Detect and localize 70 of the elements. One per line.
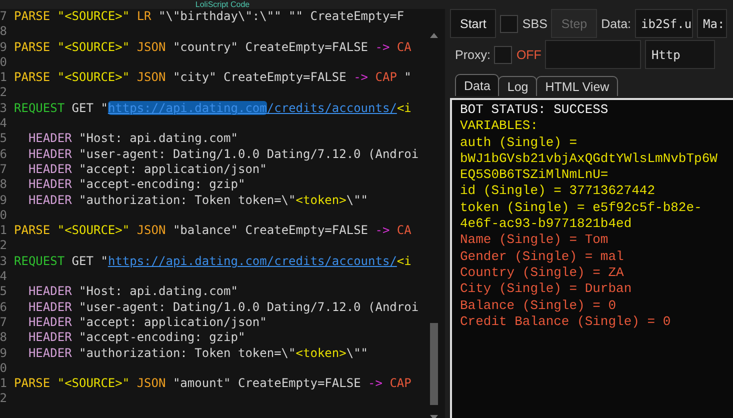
line-number: 2 (0, 238, 7, 254)
output-line: Country (Single) = ZA (460, 264, 625, 282)
code-line: REQUEST GET "https://api.dating.com/credits/accounts/<i (13, 254, 412, 270)
output-line: token (Single) = e5f92c5f-b82e-4e6f-ac93-b9771821b4ed (460, 200, 703, 232)
code-line: PARSE "<SOURCE>" JSON "balance" CreateEmpty=FALSE -> CA (13, 223, 412, 238)
code-line: HEADER "user-agent: Dating/1.0.0 Dating/7.12.0 (Androi (27, 300, 419, 315)
output-line: Balance (Single) = 0 (460, 298, 618, 314)
editor-title: LoliScript Code (0, 0, 445, 9)
line-number: 0 (0, 360, 7, 376)
output-line: BOT STATUS: SUCCESS (460, 102, 610, 118)
output-line: City (Single) = Durban (460, 281, 633, 298)
scrollbar[interactable] (428, 31, 440, 418)
line-number: 8 (0, 24, 7, 40)
code-line: HEADER "Host: api.dating.com" (27, 284, 238, 300)
line-number: 5 (0, 131, 7, 147)
line-number: 6 (0, 300, 7, 315)
code-line: HEADER "Host: api.dating.com" (27, 131, 238, 147)
data-field[interactable]: ib2Sf.u (635, 9, 694, 38)
code-line: PARSE "<SOURCE>" JSON "amount" CreateEmpty=FALSE -> CAP (13, 376, 412, 392)
line-number: 9 (0, 192, 7, 208)
line-number: 7 (0, 9, 7, 24)
start-button[interactable]: Start (450, 9, 496, 38)
code-line: HEADER "authorization: Token token=\"<token>\"" (27, 346, 368, 361)
line-number: 2 (0, 391, 7, 407)
sbs-checkbox[interactable] (500, 14, 518, 32)
line-number: 3 (0, 100, 7, 116)
code-line: HEADER "accept-encoding: gzip" (27, 177, 246, 193)
tab[interactable]: HTML View (536, 76, 618, 96)
code-line: HEADER "accept: application/json" (27, 314, 267, 330)
line-number: 1 (0, 376, 7, 392)
output-line: Gender (Single) = mal (460, 248, 625, 265)
line-number: 3 (0, 254, 7, 270)
code-line: HEADER "authorization: Token token=\"<token>\"" (27, 192, 368, 208)
line-number: 1 (0, 70, 7, 86)
proxy-type-field[interactable]: Http (645, 40, 716, 69)
tab[interactable]: Data (455, 74, 500, 96)
line-number: 2 (0, 85, 7, 101)
line-number: 7 (0, 162, 7, 178)
code-editor[interactable] (0, 0, 445, 418)
line-number: 8 (0, 177, 7, 193)
line-number: 6 (0, 146, 7, 162)
output-line: VARIABLES: (460, 118, 540, 135)
proxy-label: Proxy: (455, 48, 490, 62)
line-number: 7 (0, 314, 7, 330)
code-line: PARSE "<SOURCE>" JSON "country" CreateEmpty=FALSE -> CA (13, 40, 412, 55)
line-number: 4 (0, 269, 7, 284)
line-number: 9 (0, 40, 7, 55)
line-number: 0 (0, 54, 7, 70)
code-line: HEADER "accept: application/json" (27, 162, 267, 178)
output-line: Credit Balance (Single) = 0 (460, 314, 672, 330)
proxy-checkbox[interactable] (494, 46, 512, 64)
code-line: PARSE "<SOURCE>" LR "\"birthday\":\"" "" CreateEmpty=F (13, 9, 404, 24)
data-field[interactable]: Ma: (697, 9, 728, 38)
line-number: 5 (0, 284, 7, 300)
line-number: 1 (0, 223, 7, 238)
tab[interactable]: Log (498, 76, 538, 96)
line-number: 8 (0, 330, 7, 346)
code-line: PARSE "<SOURCE>" JSON "city" CreateEmpty=FALSE -> CAP " (13, 70, 412, 86)
sbs-label: SBS (522, 16, 548, 30)
code-line: HEADER "user-agent: Dating/1.0.0 Dating/7.12.0 (Androi (27, 146, 419, 162)
line-number: 4 (0, 116, 7, 132)
output-line: id (Single) = 37713627442 (460, 183, 656, 200)
line-number: 0 (0, 208, 7, 224)
output-line: Name (Single) = Tom (460, 232, 610, 249)
proxy-state: OFF (516, 48, 542, 62)
proxy-field[interactable] (545, 40, 642, 69)
line-number: 9 (0, 346, 7, 361)
code-line: REQUEST GET "https://api.dating.com/credits/accounts/<i (13, 100, 412, 116)
code-line: HEADER "accept-encoding: gzip" (27, 330, 246, 346)
data-label: Data: (601, 16, 632, 30)
